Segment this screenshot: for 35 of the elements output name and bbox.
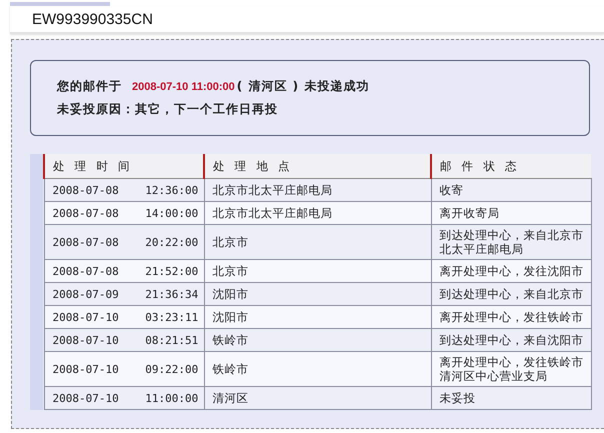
table-cell: 沈阳市 (204, 306, 431, 328)
table-cell: 2008-07-10 03:23:11 (44, 306, 204, 328)
table-cell: 铁岭市 (204, 352, 431, 386)
table-cell: 2008-07-08 20:22:00 (44, 224, 204, 260)
column-header: 处 理 时 间 (44, 154, 204, 178)
reason-text: 未妥投原因：其它，下一个工作日再投 (57, 101, 278, 118)
table-cell: 北京市 (204, 260, 431, 282)
table-cell: 2008-07-10 11:00:00 (44, 386, 204, 410)
notice-text: ( 清河区 ) 未投递成功 (236, 78, 370, 95)
table-cell: 2008-07-08 12:36:00 (44, 178, 204, 202)
table-cell: 2008-07-08 14:00:00 (44, 202, 204, 224)
column-header: 处 理 地 点 (204, 154, 431, 178)
table-cell: 北京市 (204, 224, 431, 260)
table-cell: 离开处理中心，发往铁岭市 (431, 306, 591, 328)
table-cell: 离开处理中心，发往沈阳市 (431, 260, 591, 282)
table-cell: 到达处理中心，来自沈阳市 (431, 328, 591, 352)
table-cell: 2008-07-10 08:21:51 (44, 328, 204, 352)
table-cell: 2008-07-10 09:22:00 (44, 352, 204, 386)
notice-text: 您的邮件于 (57, 78, 122, 95)
notice-time: 2008-07-10 11:00:00 (132, 81, 235, 93)
table-cell: 2008-07-09 21:36:34 (44, 282, 204, 306)
table-cell: 到达处理中心，来自北京市 (431, 282, 591, 306)
table-cell: 清河区 (204, 386, 431, 410)
table-cell: 到达处理中心，来自北京市北太平庄邮电局 (431, 224, 591, 260)
table-cell: 2008-07-08 21:52:00 (44, 260, 204, 282)
table-cell: 未妥投 (431, 386, 591, 410)
table-cell: 北京市北太平庄邮电局 (204, 202, 431, 224)
table-cell: 离开收寄局 (431, 202, 591, 224)
table-cell: 沈阳市 (204, 282, 431, 306)
table-cell: 离开处理中心，发往铁岭市清河区中心营业支局 (431, 352, 591, 386)
table-cell: 北京市北太平庄邮电局 (204, 178, 431, 202)
table-cell: 铁岭市 (204, 328, 431, 352)
column-header: 邮 件 状 态 (431, 154, 591, 178)
table-cell: 收寄 (431, 178, 591, 202)
tracking-number: EW993990335CN (10, 6, 604, 34)
